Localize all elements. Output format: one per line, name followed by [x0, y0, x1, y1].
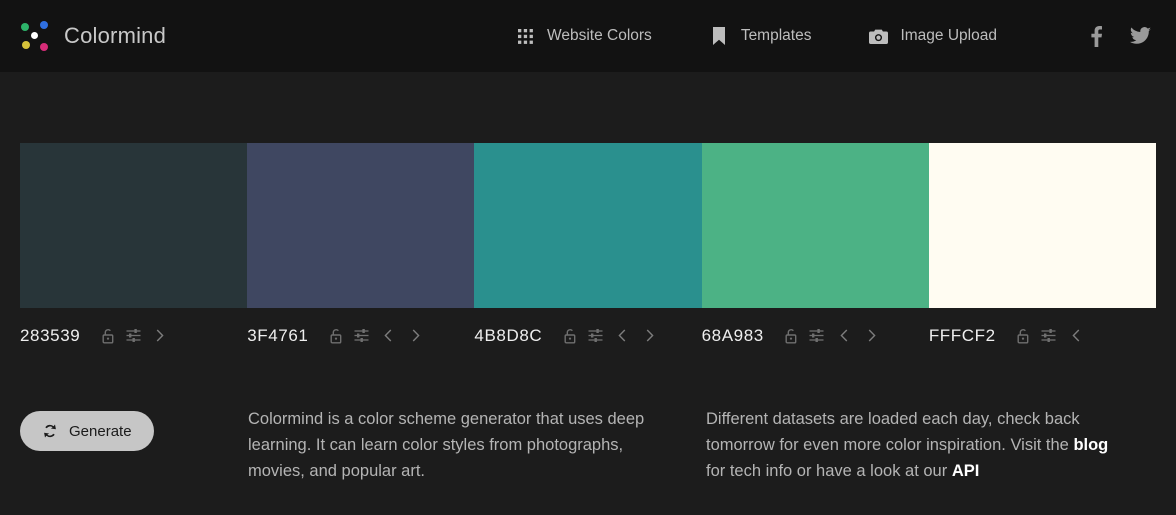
- logo-dot-blue: [40, 21, 48, 29]
- chevron-right-icon[interactable]: [402, 324, 430, 348]
- swatch-icon-row: [1010, 324, 1090, 348]
- chevron-right-icon[interactable]: [858, 324, 886, 348]
- nav-item-website-colors[interactable]: Website Colors: [514, 26, 652, 46]
- sliders-icon[interactable]: [1036, 324, 1062, 348]
- sliders-icon[interactable]: [804, 324, 830, 348]
- chevron-left-icon[interactable]: [374, 324, 402, 348]
- color-swatch[interactable]: [247, 143, 474, 308]
- social-links: [1074, 0, 1162, 72]
- swatch-icon-row: [556, 324, 664, 348]
- sliders-icon[interactable]: [348, 324, 374, 348]
- chevron-left-icon[interactable]: [830, 324, 858, 348]
- refresh-icon: [42, 423, 58, 439]
- logo-dot-green: [21, 23, 29, 31]
- logo-dot-yellow: [22, 41, 30, 49]
- swatch-icon-row: [94, 324, 174, 348]
- generate-column: Generate: [20, 406, 248, 484]
- color-swatch[interactable]: [929, 143, 1156, 308]
- color-swatch[interactable]: [20, 143, 247, 308]
- camera-icon: [867, 26, 889, 46]
- hex-code[interactable]: 4B8D8C: [474, 326, 542, 346]
- brand-logo-link[interactable]: Colormind: [0, 19, 166, 53]
- nav-label-website-colors: Website Colors: [547, 28, 652, 44]
- swatch-controls: 283539 3F4761: [20, 308, 1156, 348]
- hex-code[interactable]: FFFCF2: [929, 326, 996, 346]
- sliders-icon[interactable]: [582, 324, 608, 348]
- nav-label-image-upload: Image Upload: [900, 28, 997, 44]
- color-swatch[interactable]: [474, 143, 701, 308]
- generate-label: Generate: [69, 423, 132, 440]
- chevron-right-icon[interactable]: [636, 324, 664, 348]
- sliders-icon[interactable]: [120, 324, 146, 348]
- unlock-icon[interactable]: [1010, 324, 1036, 348]
- hex-code[interactable]: 283539: [20, 326, 80, 346]
- api-link[interactable]: API: [952, 462, 980, 480]
- description-right-column: Different datasets are loaded each day, …: [706, 406, 1156, 484]
- swatch-control-group: 4B8D8C: [474, 308, 701, 348]
- nav-label-templates: Templates: [741, 28, 812, 44]
- bookmark-icon: [708, 26, 730, 46]
- facebook-icon[interactable]: [1074, 16, 1118, 56]
- main-nav: Website Colors Templates Image Upload: [514, 0, 1053, 72]
- unlock-icon[interactable]: [94, 324, 120, 348]
- grid-icon: [514, 26, 536, 46]
- chevron-right-icon[interactable]: [146, 324, 174, 348]
- chevron-left-icon[interactable]: [608, 324, 636, 348]
- description-right-part2: for tech info or have a look at our: [706, 462, 952, 480]
- palette-section: [0, 143, 1176, 308]
- unlock-icon[interactable]: [556, 324, 582, 348]
- swatch-control-group: FFFCF2: [929, 308, 1156, 348]
- generate-button[interactable]: Generate: [20, 411, 154, 451]
- description-left-column: Colormind is a color scheme generator th…: [248, 406, 706, 484]
- site-header: Colormind Website Colors Templates: [0, 0, 1176, 72]
- colormind-logo-icon: [18, 19, 52, 53]
- swatch-icon-row: [322, 324, 430, 348]
- unlock-icon[interactable]: [322, 324, 348, 348]
- logo-dot-white: [31, 32, 38, 39]
- description-left: Colormind is a color scheme generator th…: [248, 406, 706, 484]
- info-section: Generate Colormind is a color scheme gen…: [0, 406, 1176, 484]
- nav-item-image-upload[interactable]: Image Upload: [867, 26, 997, 46]
- swatch-icon-row: [778, 324, 886, 348]
- swatch-control-group: 283539: [20, 308, 247, 348]
- chevron-left-icon[interactable]: [1062, 324, 1090, 348]
- color-palette: [20, 143, 1156, 308]
- description-right-part1: Different datasets are loaded each day, …: [706, 410, 1080, 454]
- hex-code[interactable]: 3F4761: [247, 326, 308, 346]
- hex-code[interactable]: 68A983: [702, 326, 764, 346]
- twitter-icon[interactable]: [1118, 16, 1162, 56]
- color-swatch[interactable]: [702, 143, 929, 308]
- description-right: Different datasets are loaded each day, …: [706, 406, 1156, 484]
- blog-link[interactable]: blog: [1073, 436, 1108, 454]
- logo-dot-pink: [40, 43, 48, 51]
- unlock-icon[interactable]: [778, 324, 804, 348]
- swatch-control-group: 3F4761: [247, 308, 474, 348]
- brand-name: Colormind: [64, 23, 166, 49]
- nav-item-templates[interactable]: Templates: [708, 26, 812, 46]
- swatch-control-group: 68A983: [702, 308, 929, 348]
